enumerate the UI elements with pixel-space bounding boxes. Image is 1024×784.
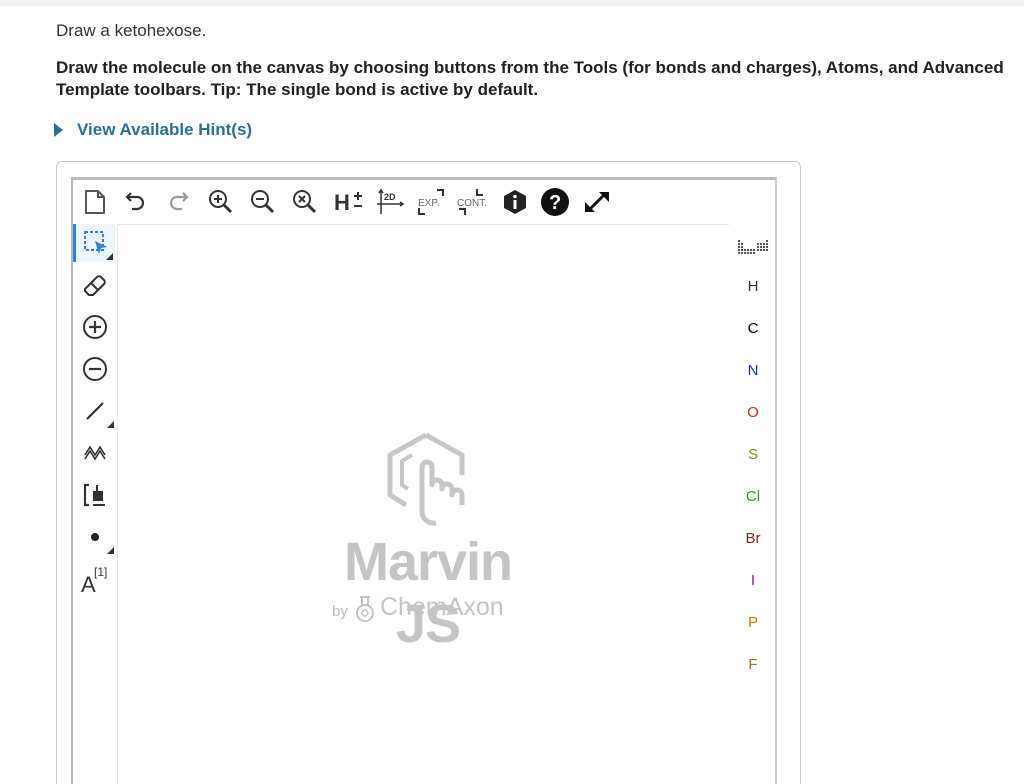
atom-button-c[interactable]: C [731, 310, 775, 346]
atom-symbol: P [747, 613, 758, 631]
atom-symbol: Cl [745, 487, 761, 505]
bracket-icon[interactable] [74, 476, 116, 514]
atom-button-s[interactable]: S [731, 436, 775, 472]
watermark-company: ChemAxon [380, 593, 504, 621]
atom-symbol: S [747, 445, 758, 463]
redo-icon[interactable] [165, 186, 193, 218]
help-icon[interactable]: ? [539, 186, 571, 218]
atom-button-n[interactable]: N [731, 352, 775, 388]
svg-text:H: H [334, 190, 350, 215]
svg-text:2D: 2D [384, 192, 396, 202]
question-text: Draw a ketohexose. [56, 21, 207, 40]
hydrogen-toggle-icon[interactable]: H [331, 186, 365, 218]
clean-2d-icon[interactable]: 2D [375, 186, 405, 218]
left-toolbar: A [1] [73, 224, 117, 784]
periodic-table-icon[interactable] [731, 232, 775, 262]
single-bond-icon[interactable] [74, 392, 116, 430]
submenu-indicator [107, 547, 114, 554]
atom-symbol: N [747, 361, 759, 379]
atom-symbol: C [747, 319, 759, 337]
new-document-icon[interactable] [81, 186, 109, 218]
caret-right-icon [54, 123, 63, 137]
svg-text:CONT.: CONT. [457, 198, 487, 209]
flask-icon [356, 596, 374, 622]
atom-symbol: Br [745, 529, 761, 547]
expand-group-icon[interactable]: EXP. [415, 186, 447, 218]
atom-symbol: F [748, 655, 758, 673]
atom-symbol: O [747, 403, 759, 421]
hint-link[interactable]: View Available Hint(s) [77, 120, 252, 140]
atom-button-o[interactable]: O [731, 394, 775, 430]
atom-symbol: H [747, 277, 759, 295]
atom-symbol: I [750, 571, 756, 589]
submenu-indicator [106, 253, 113, 260]
svg-text:[1]: [1] [94, 565, 107, 579]
top-toolbar: H 2D EXP. CONT. ? [73, 180, 775, 224]
atom-mapping-icon[interactable]: A [1] [74, 560, 116, 598]
minus-charge-icon[interactable] [74, 350, 116, 388]
electron-dot-icon[interactable] [74, 518, 116, 556]
instructions-text: Draw the molecule on the canvas by choos… [56, 58, 1004, 99]
chain-icon[interactable] [74, 434, 116, 472]
right-toolbar: H C N O S Cl Br I P F [731, 224, 775, 784]
watermark-by: by [332, 603, 348, 620]
svg-text:?: ? [549, 192, 561, 214]
undo-icon[interactable] [121, 186, 149, 218]
select-tool-icon[interactable] [73, 224, 115, 262]
marvin-editor: H 2D EXP. CONT. ? A [1] Marvin JS by Che… [71, 177, 777, 784]
atom-button-cl[interactable]: Cl [731, 478, 775, 514]
zoom-out-icon[interactable] [247, 186, 279, 218]
drawing-canvas[interactable]: Marvin JS by ChemAxon [117, 224, 729, 784]
top-strip [0, 0, 1024, 6]
fullscreen-icon[interactable] [581, 186, 615, 218]
eraser-icon[interactable] [74, 266, 116, 304]
atom-button-p[interactable]: P [731, 604, 775, 640]
atom-button-i[interactable]: I [731, 562, 775, 598]
atom-button-br[interactable]: Br [731, 520, 775, 556]
zoom-in-icon[interactable] [205, 186, 237, 218]
zoom-reset-icon[interactable] [289, 186, 321, 218]
submenu-indicator [107, 421, 114, 428]
svg-text:EXP.: EXP. [418, 198, 440, 209]
atom-button-f[interactable]: F [731, 646, 775, 682]
info-icon[interactable] [501, 186, 529, 218]
hint-toggle[interactable]: View Available Hint(s) [54, 120, 252, 140]
atom-button-h[interactable]: H [731, 268, 775, 304]
contract-group-icon[interactable]: CONT. [455, 186, 491, 218]
plus-charge-icon[interactable] [74, 308, 116, 346]
marvin-logo-icon [387, 432, 465, 526]
